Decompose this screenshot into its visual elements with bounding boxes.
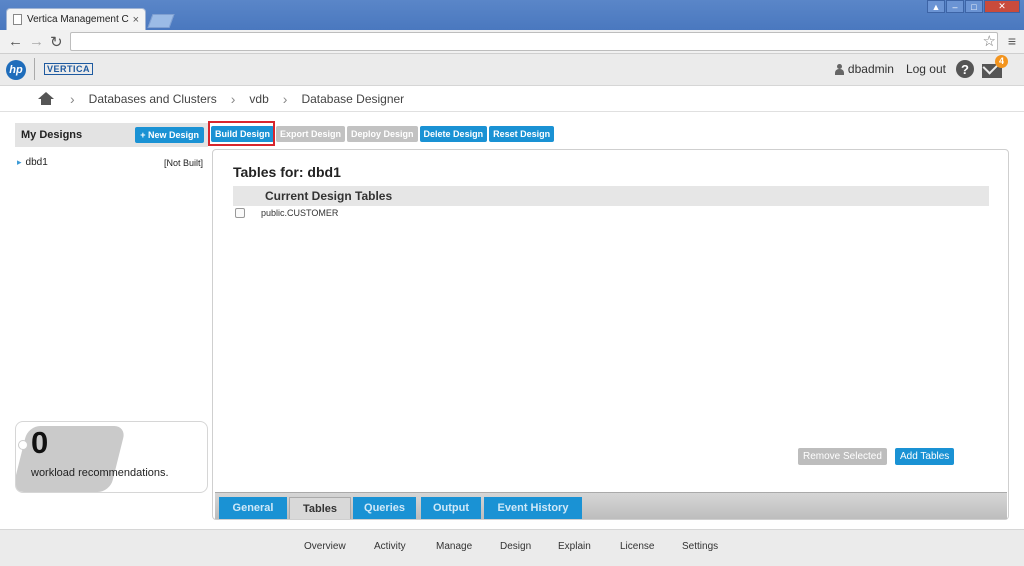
- chevron-right-icon: ›: [282, 90, 288, 107]
- tables-panel: Tables for: dbd1 Current Design Tables p…: [212, 149, 1009, 520]
- app-header: hp VERTICA dbadmin Log out ? 4: [0, 54, 1024, 86]
- new-tab-button[interactable]: [147, 14, 175, 28]
- new-design-button[interactable]: + New Design: [135, 127, 204, 143]
- browser-menu-icon[interactable]: ≡: [1008, 33, 1016, 49]
- tab-event-history[interactable]: Event History: [484, 497, 582, 519]
- reload-icon[interactable]: ↻: [50, 33, 63, 51]
- breadcrumb-databases[interactable]: Databases and Clusters: [89, 92, 217, 106]
- table-row: public.CUSTOMER: [235, 208, 338, 218]
- design-list-item[interactable]: dbd1 [Not Built]: [15, 147, 208, 168]
- close-window-icon[interactable]: ✕: [984, 0, 1020, 13]
- notification-badge: 4: [995, 54, 1008, 68]
- nav-activity[interactable]: Activity: [374, 541, 406, 552]
- workload-label: workload recommendations.: [31, 467, 169, 479]
- breadcrumb: › Databases and Clusters › vdb › Databas…: [0, 86, 1024, 112]
- nav-settings[interactable]: Settings: [682, 541, 718, 552]
- breadcrumb-database-designer: Database Designer: [301, 91, 405, 106]
- bottom-nav: Overview Activity Manage Design Explain …: [0, 529, 1024, 566]
- export-design-button[interactable]: Export Design: [276, 126, 346, 142]
- browser-tab-title: Vertica Management Co: [27, 14, 129, 25]
- help-icon[interactable]: ?: [956, 60, 974, 78]
- mail-icon[interactable]: 4: [982, 54, 1008, 78]
- vertica-logo: VERTICA: [44, 63, 94, 75]
- design-name[interactable]: dbd1: [17, 157, 48, 168]
- logout-link[interactable]: Log out: [906, 62, 946, 76]
- table-name: public.CUSTOMER: [261, 208, 339, 218]
- tab-general[interactable]: General: [219, 497, 287, 519]
- username: dbadmin: [847, 62, 894, 76]
- workload-recommendations-card[interactable]: 0 workload recommendations.: [15, 421, 208, 493]
- build-design-highlight: [208, 121, 275, 146]
- back-arrow-icon[interactable]: ←: [8, 33, 23, 50]
- delete-design-button[interactable]: Delete Design: [419, 126, 488, 142]
- designs-header: My Designs + New Design: [15, 123, 208, 147]
- address-bar[interactable]: [70, 32, 998, 51]
- reset-design-button[interactable]: Reset Design: [489, 126, 555, 142]
- window-controls: ▲ – □ ✕: [926, 0, 1020, 14]
- panel-tabbar: General Tables Queries Output Event Hist…: [215, 492, 1007, 519]
- minimize-icon[interactable]: –: [946, 0, 964, 13]
- hp-logo: hp: [6, 60, 26, 80]
- add-tables-button[interactable]: Add Tables: [895, 448, 955, 465]
- user-area: dbadmin Log out ? 4: [834, 54, 1008, 78]
- nav-design[interactable]: Design: [500, 541, 531, 552]
- browser-toolbar: ← → ↻ ☆ ≡: [0, 30, 1024, 54]
- bookmark-star-icon[interactable]: ☆: [983, 32, 996, 50]
- designs-title: My Designs: [21, 129, 83, 141]
- browser-titlebar: Vertica Management Co × ▲ – □ ✕: [0, 0, 1024, 30]
- browser-tab[interactable]: Vertica Management Co ×: [6, 8, 146, 30]
- maximize-icon[interactable]: □: [965, 0, 983, 13]
- table-row-checkbox[interactable]: [235, 208, 245, 218]
- tables-title: Tables for: dbd1: [233, 164, 341, 180]
- nav-overview[interactable]: Overview: [304, 541, 346, 552]
- remove-selected-button[interactable]: Remove Selected: [798, 448, 887, 465]
- nav-license[interactable]: License: [620, 541, 654, 552]
- design-status: [Not Built]: [163, 157, 203, 168]
- chevron-right-icon: ›: [230, 90, 236, 107]
- chevron-right-icon: ›: [70, 90, 75, 107]
- tables-header: Current Design Tables: [233, 186, 989, 206]
- breadcrumb-vdb[interactable]: vdb: [249, 92, 268, 106]
- tab-tables[interactable]: Tables: [289, 497, 351, 519]
- nav-manage[interactable]: Manage: [436, 541, 472, 552]
- tab-output[interactable]: Output: [421, 497, 481, 519]
- logo-divider: [34, 58, 35, 80]
- document-icon: [13, 14, 22, 25]
- home-icon[interactable]: [38, 91, 54, 106]
- workload-count: 0: [31, 425, 49, 460]
- nav-explain[interactable]: Explain: [558, 541, 591, 552]
- workload-tag-hole: [18, 440, 28, 450]
- tab-close-icon[interactable]: ×: [133, 14, 139, 26]
- user-icon: [834, 63, 844, 75]
- deploy-design-button[interactable]: Deploy Design: [347, 126, 418, 142]
- user-profile-icon[interactable]: ▲: [927, 0, 945, 13]
- tab-queries[interactable]: Queries: [353, 497, 416, 519]
- forward-arrow-icon[interactable]: →: [29, 33, 44, 50]
